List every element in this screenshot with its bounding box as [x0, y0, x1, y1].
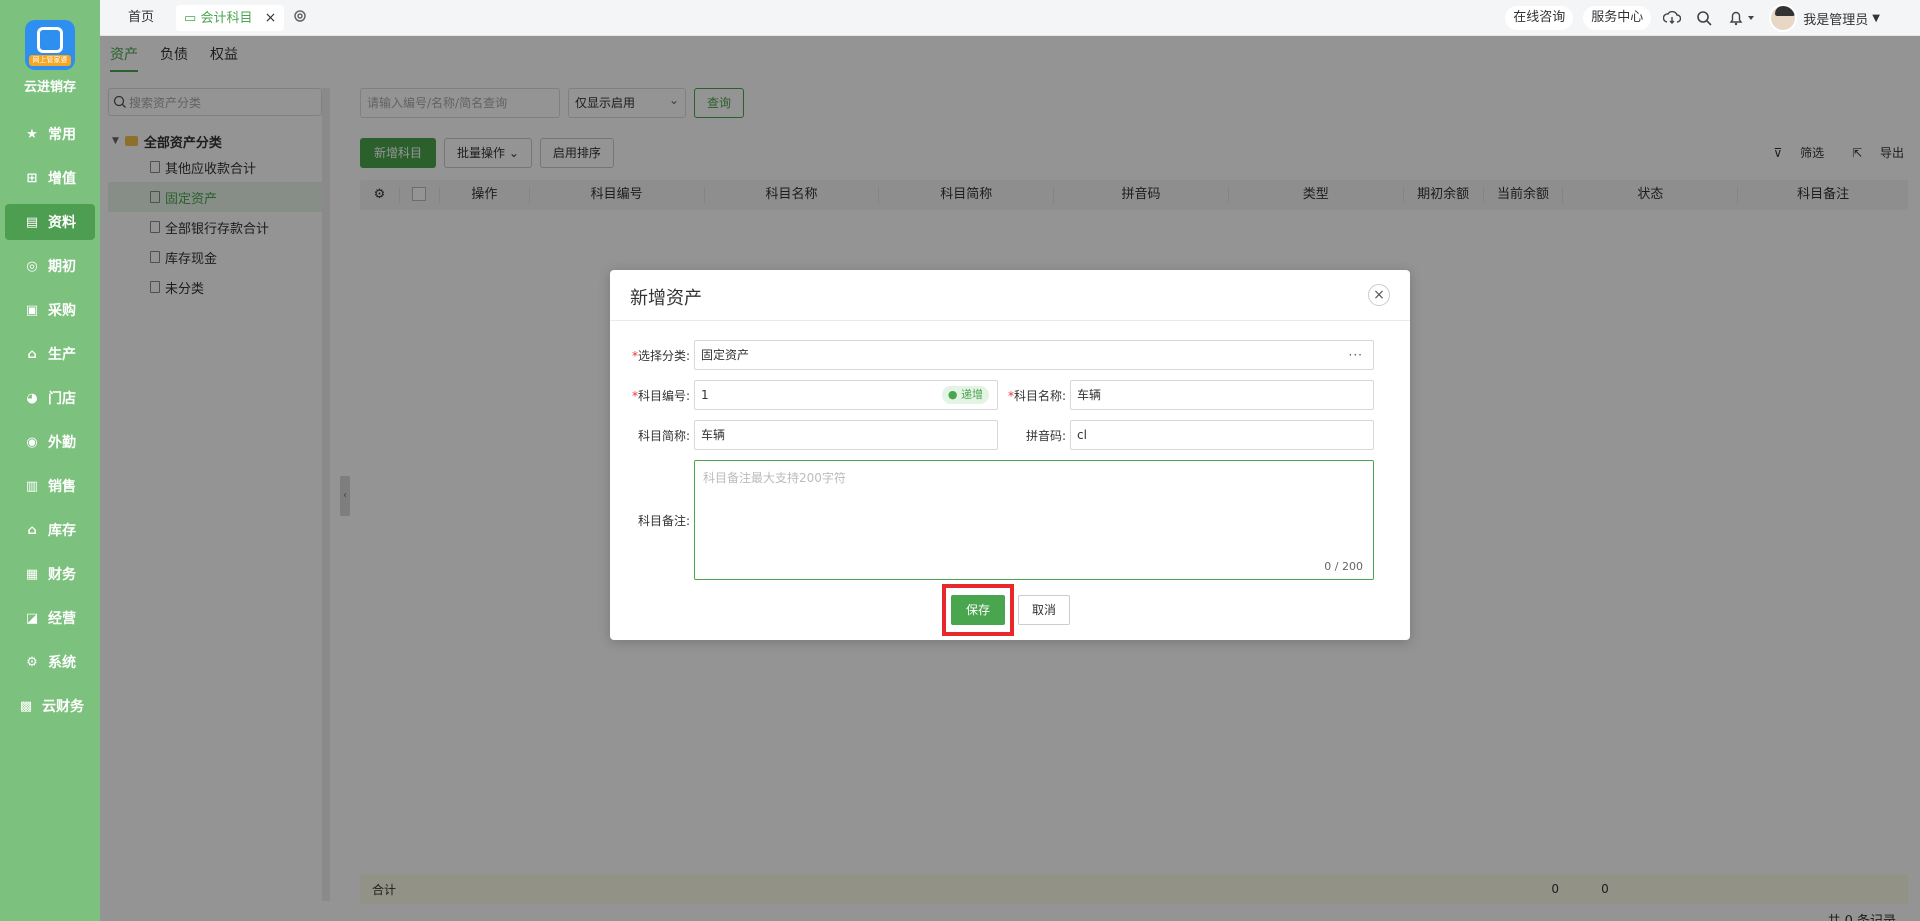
document-icon: ▤: [25, 214, 39, 230]
code-row: *科目编号: 1 ● 递增 *科目名称: 车辆: [610, 380, 1374, 410]
trend-icon: ◪: [25, 610, 39, 626]
nav-item-qichu[interactable]: ◎ 期初: [0, 248, 100, 284]
search-icon[interactable]: [1693, 7, 1715, 29]
category-row: *选择分类: 固定资产 ···: [610, 340, 1374, 370]
nav-item-mendian[interactable]: ◕ 门店: [0, 380, 100, 416]
save-highlight: 保存: [942, 584, 1014, 636]
pie-icon: ◕: [26, 390, 38, 406]
nav-item-xitong[interactable]: ⚙ 系统: [0, 644, 100, 680]
factory-icon: ⌂: [27, 346, 37, 362]
subject-code-input[interactable]: 1 ● 递增: [694, 380, 998, 410]
more-icon[interactable]: ···: [1349, 341, 1363, 369]
nav-item-changyong[interactable]: ★ 常用: [0, 116, 100, 152]
dialog-divider: [610, 320, 1410, 321]
category-label: *选择分类:: [631, 348, 690, 363]
bell-icon[interactable]: [1725, 7, 1759, 29]
close-icon[interactable]: ×: [265, 10, 277, 26]
top-right-actions: 在线咨询 服务中心 我是管理员 ▼: [1505, 0, 1920, 36]
nav-item-xiaoshou[interactable]: ▥ 销售: [0, 468, 100, 504]
cloud-finance-icon: ▩: [19, 698, 33, 714]
cart-icon: ▣: [25, 302, 39, 318]
service-center-button[interactable]: 服务中心: [1583, 6, 1652, 30]
left-nav: 网上管家婆 云进销存 ★ 常用 ⊞ 增值 ▤ 资料 ◎ 期初 ▣ 采购 ⌂ 生产 ◕ 门店 ◉…: [0, 0, 100, 921]
gear-icon[interactable]: [292, 8, 308, 34]
user-name: 我是管理员: [1803, 12, 1869, 28]
short-name-label: 科目简称:: [637, 428, 690, 443]
user-menu[interactable]: 我是管理员 ▼: [1769, 4, 1880, 32]
nav-item-waiqin[interactable]: ◉ 外勤: [0, 424, 100, 460]
star-icon: ★: [26, 126, 38, 142]
remark-textarea[interactable]: 科目备注最大支持200字符 0 / 200: [694, 460, 1374, 580]
dialog-title: 新增资产: [630, 288, 702, 309]
online-consult-button[interactable]: 在线咨询: [1505, 6, 1574, 30]
tab-accounting-subjects[interactable]: ▭ 会计科目 ×: [176, 5, 285, 31]
name-label: *科目名称:: [1007, 388, 1066, 403]
subject-name-input[interactable]: 车辆: [1070, 380, 1374, 410]
category-picker[interactable]: 固定资产 ···: [694, 340, 1374, 370]
increment-badge[interactable]: ● 递增: [941, 386, 989, 404]
nav-item-caigou[interactable]: ▣ 采购: [0, 292, 100, 328]
top-bar: 首页 ▭ 会计科目 × 在线咨询 服务中心 我是管理员 ▼: [100, 0, 1920, 36]
nav-item-kucun[interactable]: ⌂ 库存: [0, 512, 100, 548]
short-row: 科目简称: 车辆 拼音码: cl: [610, 420, 1374, 450]
remark-row: 科目备注: 科目备注最大支持200字符 0 / 200: [610, 460, 1374, 580]
plus-square-icon: ⊞: [26, 170, 38, 186]
compass-icon: ◉: [26, 434, 38, 450]
cancel-button[interactable]: 取消: [1018, 595, 1070, 625]
remark-label: 科目备注:: [637, 513, 690, 528]
nav-item-ziliao[interactable]: ▤ 资料: [5, 204, 95, 240]
nav-item-yuncaiwu[interactable]: ▩ 云财务: [0, 688, 100, 724]
gear-icon: ⚙: [26, 654, 38, 670]
avatar: [1769, 4, 1798, 32]
ledger-icon: ▭: [184, 11, 197, 26]
nav-item-jingying[interactable]: ◪ 经营: [0, 600, 100, 636]
nav-list: ★ 常用 ⊞ 增值 ▤ 资料 ◎ 期初 ▣ 采购 ⌂ 生产 ◕ 门店 ◉ 外勤 ▥ 销售 ⌂ 库存 …: [0, 116, 100, 732]
house-icon: ⌂: [27, 522, 37, 538]
close-icon[interactable]: ×: [1368, 284, 1390, 306]
tab-home[interactable]: 首页: [128, 5, 154, 31]
char-counter: 0 / 200: [1324, 560, 1363, 573]
nav-item-zengzhi[interactable]: ⊞ 增值: [0, 160, 100, 196]
chevron-down-icon: ▼: [1872, 12, 1880, 24]
save-button[interactable]: 保存: [951, 595, 1005, 625]
logo-icon: 网上管家婆: [25, 20, 75, 70]
pinyin-label: 拼音码:: [1025, 428, 1066, 443]
pinyin-input[interactable]: cl: [1070, 420, 1374, 450]
target-icon: ◎: [26, 258, 38, 274]
nav-item-shengchan[interactable]: ⌂ 生产: [0, 336, 100, 372]
cloud-download-icon[interactable]: [1661, 7, 1683, 29]
add-asset-dialog: 新增资产 × *选择分类: 固定资产 ··· *科目编号: 1 ● 递增 *科目…: [610, 270, 1410, 640]
bar-chart-icon: ▥: [25, 478, 39, 494]
tab-label: 会计科目: [200, 11, 253, 26]
short-name-input[interactable]: 车辆: [694, 420, 998, 450]
nav-item-caiwu[interactable]: ▦ 财务: [0, 556, 100, 592]
app-logo[interactable]: 网上管家婆 云进销存: [0, 20, 100, 95]
app-name: 云进销存: [23, 80, 76, 95]
wallet-icon: ▦: [25, 566, 39, 582]
code-label: *科目编号:: [631, 388, 690, 403]
logo-tag: 网上管家婆: [29, 55, 71, 66]
